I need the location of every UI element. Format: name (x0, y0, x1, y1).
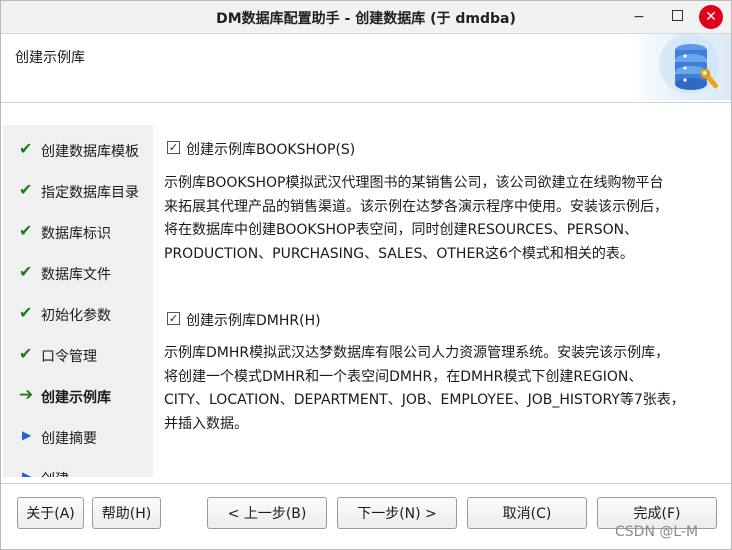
nav-step-label: 初始化参数 (41, 308, 111, 324)
description-line: 将在数据库中创建BOOKSHOP表空间，同时创建RESOURCES、PERSON… (164, 222, 639, 238)
title-bar: DM数据库配置助手 - 创建数据库 (于 dmdba) − ✕ (1, 1, 731, 34)
cancel-button[interactable]: 取消(C) (467, 497, 587, 529)
nav-step-label: 数据库文件 (41, 267, 111, 283)
footer-divider (1, 483, 731, 484)
about-button[interactable]: 关于(A) (17, 497, 84, 529)
triangle-right-icon: ▶ (22, 428, 32, 442)
close-icon: ✕ (705, 9, 717, 25)
nav-step-label: 创建摘要 (41, 431, 97, 447)
check-icon: ✔ (19, 221, 33, 240)
maximize-icon (671, 10, 683, 21)
dmhr-checkbox-label[interactable]: 创建示例库DMHR(H) (186, 310, 321, 330)
minimize-icon: − (633, 9, 645, 25)
dmhr-description: 示例库DMHR模拟武汉达梦数据库有限公司人力资源管理系统。安装完该示例库， 将创… (164, 342, 724, 436)
nav-step-label: 创建数据库模板 (41, 144, 139, 160)
description-line: 来拓展其代理产品的销售渠道。该示例在达梦各演示程序中使用。安装该示例后， (164, 198, 668, 215)
nav-step-label: 口令管理 (41, 349, 97, 365)
nav-step-sample-db: ➔ 创建示例库 (3, 381, 153, 411)
minimize-button[interactable]: − (627, 5, 651, 29)
description-line: 示例库DMHR模拟武汉达梦数据库有限公司人力资源管理系统。安装完该示例库， (164, 345, 670, 361)
nav-step-init-params: ✔ 初始化参数 (3, 299, 153, 329)
dmhr-checkbox[interactable]: ✓ (167, 312, 180, 325)
maximize-button[interactable] (665, 5, 689, 29)
description-line: 将创建一个模式DMHR和一个表空间DMHR，在DMHR模式下创建REGION、 (164, 368, 643, 385)
window-title: DM数据库配置助手 - 创建数据库 (于 dmdba) (216, 11, 516, 27)
description-line: PRODUCTION、PURCHASING、SALES、OTHER这6个模式和相… (164, 245, 634, 262)
watermark: CSDN @L-M (615, 524, 699, 540)
header-banner (1, 34, 731, 100)
nav-step-identity: ✔ 数据库标识 (3, 217, 153, 247)
nav-step-label: 数据库标识 (41, 226, 111, 242)
nav-step-label: 指定数据库目录 (41, 185, 139, 201)
bookshop-description: 示例库BOOKSHOP模拟武汉代理图书的某销售公司，该公司欲建立在线购物平台 来… (164, 172, 724, 266)
next-button[interactable]: 下一步(N) > (337, 497, 457, 529)
nav-step-directory: ✔ 指定数据库目录 (3, 176, 153, 206)
content-panel: ✓ 创建示例库BOOKSHOP(S) 示例库BOOKSHOP模拟武汉代理图书的某… (153, 125, 731, 477)
check-icon: ✔ (19, 344, 33, 363)
check-icon: ✔ (19, 262, 33, 281)
nav-step-summary: ▶ 创建摘要 (3, 422, 153, 452)
nav-step-create-template: ✔ 创建数据库模板 (3, 135, 153, 165)
description-line: 并插入数据。 (164, 415, 248, 432)
nav-step-files: ✔ 数据库文件 (3, 258, 153, 288)
database-wrench-icon (629, 34, 731, 100)
triangle-right-icon: ▶ (22, 469, 32, 477)
prev-button[interactable]: < 上一步(B) (207, 497, 327, 529)
nav-step-create: ▶ 创建 (3, 463, 153, 477)
help-button[interactable]: 帮助(H) (92, 497, 161, 529)
bookshop-checkbox-label[interactable]: 创建示例库BOOKSHOP(S) (186, 139, 355, 159)
page-title: 创建示例库 (15, 50, 85, 66)
description-line: 示例库BOOKSHOP模拟武汉代理图书的某销售公司，该公司欲建立在线购物平台 (164, 175, 664, 191)
nav-step-label: 创建示例库 (41, 390, 111, 406)
dialog-window: DM数据库配置助手 - 创建数据库 (于 dmdba) − ✕ 创建示例库 ✔ … (0, 0, 732, 550)
nav-step-label: 创建 (41, 469, 69, 477)
description-line: CITY、LOCATION、DEPARTMENT、JOB、EMPLOYEE、JO… (164, 392, 685, 408)
check-icon: ✔ (19, 180, 33, 199)
header-divider (1, 102, 731, 103)
bookshop-checkbox[interactable]: ✓ (167, 141, 180, 154)
check-icon: ✔ (19, 303, 33, 322)
close-button[interactable]: ✕ (699, 5, 723, 29)
check-icon: ✔ (19, 139, 33, 158)
arrow-right-icon: ➔ (19, 385, 34, 405)
wizard-step-list: ✔ 创建数据库模板 ✔ 指定数据库目录 ✔ 数据库标识 ✔ 数据库文件 ✔ 初始… (3, 125, 153, 477)
nav-step-password: ✔ 口令管理 (3, 340, 153, 370)
